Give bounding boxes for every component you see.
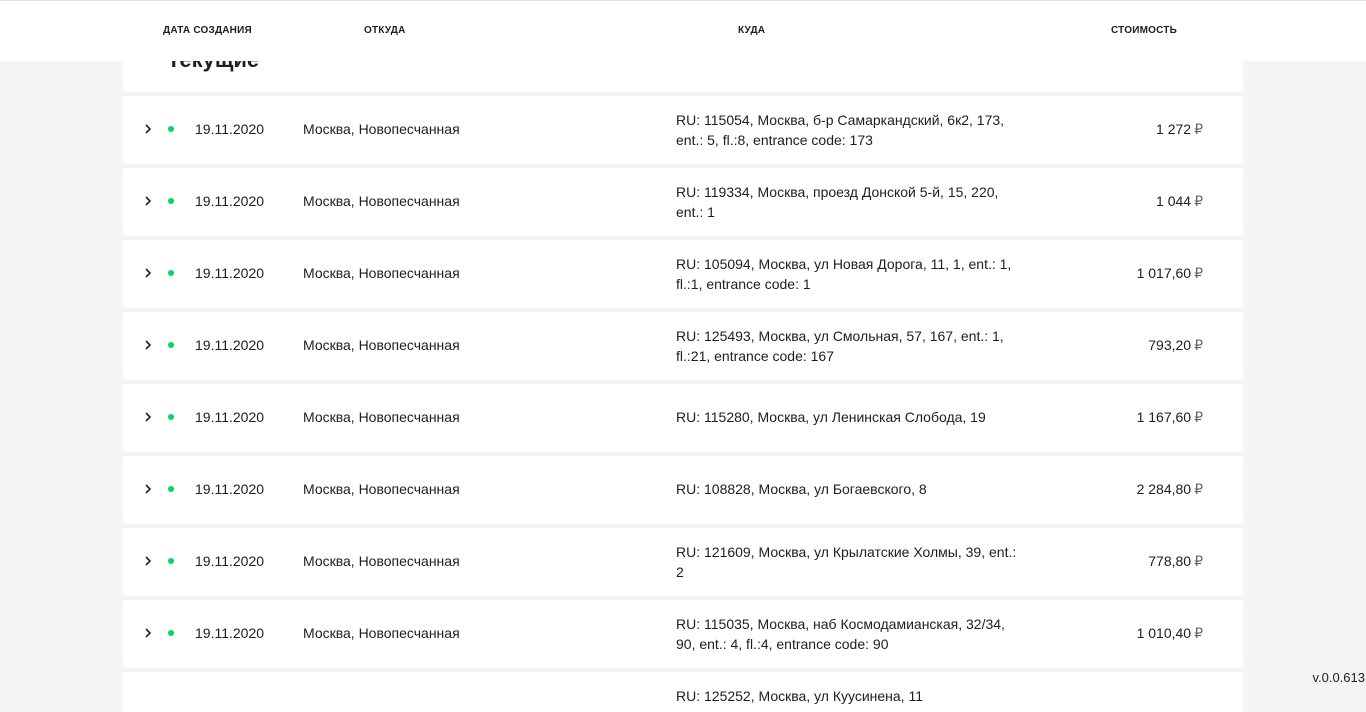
table-row[interactable]: 19.11.2020 Москва, Новопесчанная RU: 115… [123, 600, 1243, 668]
order-date: 19.11.2020 [195, 625, 265, 641]
currency-symbol: ₽ [1194, 553, 1203, 569]
status-dot-icon [168, 630, 174, 636]
column-header-cost[interactable]: СТОИМОСТЬ [1111, 25, 1177, 37]
section-title: Текущие [167, 61, 259, 73]
table-row[interactable]: 19.11.2020 Москва, Новопесчанная RU: 119… [123, 168, 1243, 236]
order-cost-value: 793,20 [1148, 337, 1192, 353]
table-row[interactable]: 19.11.2020 Москва, Новопесчанная RU: 121… [123, 528, 1243, 596]
order-to: RU: 115280, Москва, ул Ленинская Слобода… [676, 409, 986, 425]
order-cost-value: 778,80 [1148, 553, 1192, 569]
order-cost: 778,80 ₽ [1148, 552, 1203, 570]
order-cost-value: 2 284,80 [1136, 481, 1192, 497]
chevron-right-icon[interactable] [142, 339, 154, 351]
order-to: RU: 125493, Москва, ул Смольная, 57, 167… [676, 328, 1004, 364]
order-cost: 793,20 ₽ [1148, 336, 1203, 354]
order-to: RU: 119334, Москва, проезд Донской 5-й, … [676, 184, 999, 220]
table-row[interactable]: 19.11.2020 Москва, Новопесчанная RU: 105… [123, 240, 1243, 308]
currency-symbol: ₽ [1194, 481, 1203, 497]
chevron-right-icon[interactable] [142, 267, 154, 279]
order-from: Москва, Новопесчанная [303, 337, 460, 353]
status-dot-icon [168, 414, 174, 420]
currency-symbol: ₽ [1194, 409, 1203, 425]
status-dot-icon [168, 198, 174, 204]
order-from: Москва, Новопесчанная [303, 121, 460, 137]
currency-symbol: ₽ [1194, 625, 1203, 641]
order-cost: 2 284,80 ₽ [1137, 480, 1203, 498]
order-to: RU: 108828, Москва, ул Богаевского, 8 [676, 481, 927, 497]
order-date: 19.11.2020 [195, 553, 265, 569]
table-row[interactable]: 19.11.2020 Москва, Новопесчанная RU: 125… [123, 312, 1243, 380]
table-header: ДАТА СОЗДАНИЯ ОТКУДА КУДА СТОИМОСТЬ [0, 1, 1366, 61]
order-date: 19.11.2020 [195, 193, 265, 209]
order-from: Москва, Новопесчанная [303, 265, 460, 281]
order-cost-value: 1 017,60 [1136, 265, 1192, 281]
status-dot-icon [168, 126, 174, 132]
column-header-to[interactable]: КУДА [738, 25, 765, 37]
currency-symbol: ₽ [1194, 121, 1203, 137]
order-from: Москва, Новопесчанная [303, 193, 460, 209]
currency-symbol: ₽ [1194, 193, 1203, 209]
table-row[interactable]: 19.11.2020 Москва, Новопесчанная RU: 115… [123, 384, 1243, 452]
order-from: Москва, Новопесчанная [303, 481, 460, 497]
chevron-right-icon[interactable] [142, 555, 154, 567]
chevron-right-icon[interactable] [142, 627, 154, 639]
status-dot-icon [168, 270, 174, 276]
order-cost: 1 167,60 ₽ [1137, 408, 1203, 426]
order-to: RU: 121609, Москва, ул Крылатские Холмы,… [676, 544, 1017, 580]
section-header: Текущие [123, 61, 1243, 92]
order-cost-value: 1 167,60 [1136, 409, 1192, 425]
column-header-from[interactable]: ОТКУДА [364, 25, 406, 37]
currency-symbol: ₽ [1194, 265, 1203, 281]
order-to: RU: 105094, Москва, ул Новая Дорога, 11,… [676, 256, 1012, 292]
order-date: 19.11.2020 [195, 481, 265, 497]
table-row[interactable]: RU: 125252, Москва, ул Куусинена, 11 [123, 672, 1243, 712]
order-to: RU: 125252, Москва, ул Куусинена, 11 [676, 688, 923, 704]
order-date: 19.11.2020 [195, 121, 265, 137]
order-date: 19.11.2020 [195, 337, 265, 353]
chevron-right-icon[interactable] [142, 411, 154, 423]
order-date: 19.11.2020 [195, 409, 265, 425]
orders-list: 19.11.2020 Москва, Новопесчанная RU: 115… [123, 96, 1243, 712]
order-cost-value: 1 044 [1156, 193, 1192, 209]
order-cost-value: 1 272 [1156, 121, 1192, 137]
order-from: Москва, Новопесчанная [303, 409, 460, 425]
status-dot-icon [168, 342, 174, 348]
chevron-right-icon[interactable] [142, 483, 154, 495]
table-row[interactable]: 19.11.2020 Москва, Новопесчанная RU: 108… [123, 456, 1243, 524]
order-to: RU: 115054, Москва, б-р Самаркандский, 6… [676, 112, 1005, 148]
table-row[interactable]: 19.11.2020 Москва, Новопесчанная RU: 115… [123, 96, 1243, 164]
status-dot-icon [168, 558, 174, 564]
column-header-date[interactable]: ДАТА СОЗДАНИЯ [163, 25, 252, 37]
order-to: RU: 115035, Москва, наб Космодамианская,… [676, 616, 1005, 652]
order-cost: 1 010,40 ₽ [1137, 624, 1203, 642]
order-cost: 1 272 ₽ [1156, 120, 1203, 138]
order-from: Москва, Новопесчанная [303, 625, 460, 641]
chevron-right-icon[interactable] [142, 123, 154, 135]
currency-symbol: ₽ [1194, 337, 1203, 353]
status-dot-icon [168, 486, 174, 492]
order-cost-value: 1 010,40 [1136, 625, 1192, 641]
order-cost: 1 044 ₽ [1156, 192, 1203, 210]
app-version: v.0.0.613 [1312, 670, 1365, 685]
order-date: 19.11.2020 [195, 265, 265, 281]
order-cost: 1 017,60 ₽ [1137, 264, 1203, 282]
order-from: Москва, Новопесчанная [303, 553, 460, 569]
chevron-right-icon[interactable] [142, 195, 154, 207]
